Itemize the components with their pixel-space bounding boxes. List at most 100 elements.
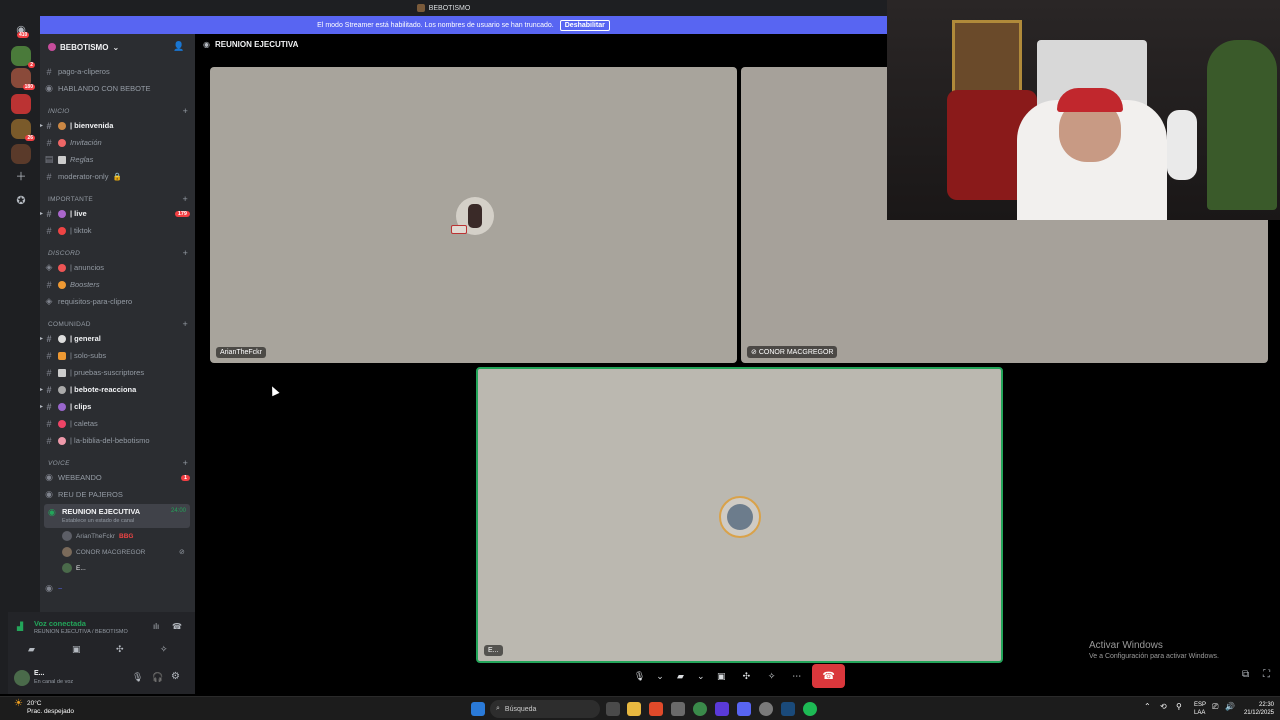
steam-icon[interactable] <box>781 702 795 716</box>
category-inicio[interactable]: INICIO + <box>48 105 188 117</box>
server-icon-1[interactable]: 2 <box>11 46 35 68</box>
channel-status[interactable]: Establece un estado de canal <box>62 518 134 524</box>
usb-icon[interactable]: ⚲ <box>1176 702 1182 711</box>
user-name[interactable]: E... <box>34 670 45 677</box>
server-icon-2[interactable]: 180 <box>11 68 35 90</box>
popout-icon[interactable]: ⧉ <box>1242 669 1249 680</box>
spotify-icon[interactable] <box>803 702 817 716</box>
voice-user-e[interactable]: E... <box>62 561 86 575</box>
channel-general[interactable]: # | general <box>44 331 190 346</box>
server-icon-4[interactable] <box>11 144 31 164</box>
server-icon-3[interactable]: 26 <box>11 119 35 141</box>
channel-caletas[interactable]: # | caletas <box>44 416 190 431</box>
chevron-down-icon[interactable]: ⌄ <box>655 666 665 686</box>
end-call-button[interactable]: ☎ <box>812 664 846 688</box>
voice-channel-webeando[interactable]: ◉ WEBEANDO 1 <box>44 470 190 485</box>
store-icon[interactable] <box>671 702 685 716</box>
volume-icon[interactable]: 🔊 <box>1225 702 1235 711</box>
weather-icon: ☀ <box>14 698 23 709</box>
emoji-icon <box>58 280 66 289</box>
server-header[interactable]: BEBOTISMO ⌄ <box>48 40 119 54</box>
server-icon-bebotismo[interactable] <box>11 94 31 114</box>
channel-invitacion[interactable]: # Invitación <box>44 135 190 150</box>
channel-label: | tiktok <box>70 226 92 235</box>
search-placeholder: Búsqueda <box>504 705 537 713</box>
headphones-icon[interactable]: 🎧 <box>152 672 163 683</box>
more-options-icon[interactable]: ⋯ <box>787 666 806 686</box>
channel-hablando-con-bebote[interactable]: ◉ HABLANDO CON BEBOTE <box>44 81 190 96</box>
weather-widget[interactable]: ☀ 20°C Prac. despejado <box>14 698 74 716</box>
channel-pago-a-cliperos[interactable]: # pago-a-cliperos <box>44 64 190 79</box>
category-voice[interactable]: VOICE + <box>48 457 188 469</box>
microphone-icon[interactable]: 🎙 <box>132 672 143 683</box>
channel-label: | solo-subs <box>70 351 107 360</box>
category-comunidad[interactable]: COMUNIDAD + <box>48 318 188 330</box>
clock[interactable]: 22:30 21/12/2025 <box>1244 701 1274 717</box>
add-channel-icon[interactable]: + <box>182 194 188 204</box>
activities-icon[interactable]: ✣ <box>737 666 756 686</box>
tray-chevron-up-icon[interactable]: ⌃ <box>1144 702 1151 711</box>
channel-tiktok[interactable]: # | tiktok <box>44 223 190 238</box>
discover-icon[interactable]: ✪ <box>13 193 29 209</box>
channel-boosters[interactable]: # Boosters <box>44 277 190 292</box>
voice-location[interactable]: REUNION EJECUTIVA / BEBOTISMO <box>34 629 128 635</box>
add-channel-icon[interactable]: + <box>182 106 188 116</box>
camera-off-icon[interactable]: ▰ <box>28 644 35 655</box>
channel-bienvenida[interactable]: # | bienvenida <box>44 118 190 133</box>
avatar[interactable] <box>14 670 30 686</box>
watermark-title: Activar Windows <box>1089 640 1163 651</box>
channel-la-biblia[interactable]: # | la-biblia-del-bebotismo <box>44 433 190 448</box>
channel-live[interactable]: # | live 179 <box>44 206 190 221</box>
activities-icon[interactable]: ✣ <box>116 644 124 655</box>
soundboard-icon[interactable]: ✧ <box>762 666 781 686</box>
brave-browser-icon[interactable] <box>649 702 663 716</box>
sync-icon[interactable]: ⟲ <box>1160 702 1167 711</box>
disconnect-icon[interactable]: ☎ <box>172 622 182 631</box>
channel-moderator-only[interactable]: # moderator-only 🔒 <box>44 169 190 184</box>
voice-channel-extra[interactable]: ◉ ~ <box>44 581 190 596</box>
chevron-down-icon[interactable]: ⌄ <box>696 666 706 686</box>
windows-start-icon[interactable] <box>471 702 485 716</box>
microphone-icon[interactable]: 🎙 <box>630 666 649 686</box>
video-tile-ariantheckr[interactable]: ArianTheFckr <box>210 67 737 363</box>
hash-icon: # <box>46 367 52 378</box>
channel-solo-subs[interactable]: # | solo-subs <box>44 348 190 363</box>
language-indicator[interactable]: ESP LAA <box>1194 701 1206 717</box>
network-icon[interactable]: ⎚ <box>1212 702 1218 712</box>
add-member-icon[interactable]: 👤 <box>173 41 184 52</box>
obs-icon[interactable] <box>759 702 773 716</box>
twitch-icon[interactable] <box>715 702 729 716</box>
voice-channel-reu-de-pajeros[interactable]: ◉ REU DE PAJEROS <box>44 487 190 502</box>
voice-status[interactable]: Voz conectada <box>34 619 86 628</box>
category-discord[interactable]: DISCORD + <box>48 247 188 259</box>
voice-channel-reunion-ejecutiva[interactable]: ◉ REUNION EJECUTIVA 24:00 Establece un e… <box>44 504 190 528</box>
add-channel-icon[interactable]: + <box>182 458 188 468</box>
fullscreen-icon[interactable]: ⛶ <box>1263 669 1270 680</box>
channel-requisitos[interactable]: ◈ requisitos-para-clipero <box>44 294 190 309</box>
screen-share-icon[interactable]: ▣ <box>712 666 731 686</box>
disable-streamer-button[interactable]: Deshabilitar <box>559 19 610 31</box>
channel-pruebas-suscriptores[interactable]: # | pruebas-suscriptores <box>44 365 190 380</box>
taskbar-search[interactable]: ⌕ Búsqueda <box>490 700 600 718</box>
file-explorer-icon[interactable] <box>627 702 641 716</box>
discord-icon[interactable] <box>737 702 751 716</box>
add-channel-icon[interactable]: + <box>182 248 188 258</box>
camera-off-icon[interactable]: ▰ <box>671 666 690 686</box>
channel-bebote-reacciona[interactable]: # | bebote-reacciona <box>44 382 190 397</box>
screen-share-icon[interactable]: ▣ <box>72 644 81 655</box>
megaphone-icon: ◈ <box>45 296 53 306</box>
voice-user-conor[interactable]: CONOR MACGREGOR <box>62 545 145 559</box>
add-server-icon[interactable]: ＋ <box>13 169 29 185</box>
channel-reglas[interactable]: ▤ Reglas <box>44 152 190 167</box>
soundboard-icon[interactable]: ✧ <box>160 644 168 655</box>
settings-gear-icon[interactable]: ⚙ <box>171 671 180 682</box>
add-channel-icon[interactable]: + <box>182 319 188 329</box>
task-view-icon[interactable] <box>606 702 620 716</box>
channel-anuncios[interactable]: ◈ | anuncios <box>44 260 190 275</box>
category-importante[interactable]: IMPORTANTE + <box>48 193 188 205</box>
noise-suppression-icon[interactable]: ılı <box>153 622 159 631</box>
video-tile-e-speaking[interactable]: E... <box>476 367 1003 663</box>
channel-clips[interactable]: # | clips <box>44 399 190 414</box>
voice-user-ariantefckr[interactable]: ArianTheFckr BBG <box>62 529 133 543</box>
chrome-icon[interactable] <box>693 702 707 716</box>
